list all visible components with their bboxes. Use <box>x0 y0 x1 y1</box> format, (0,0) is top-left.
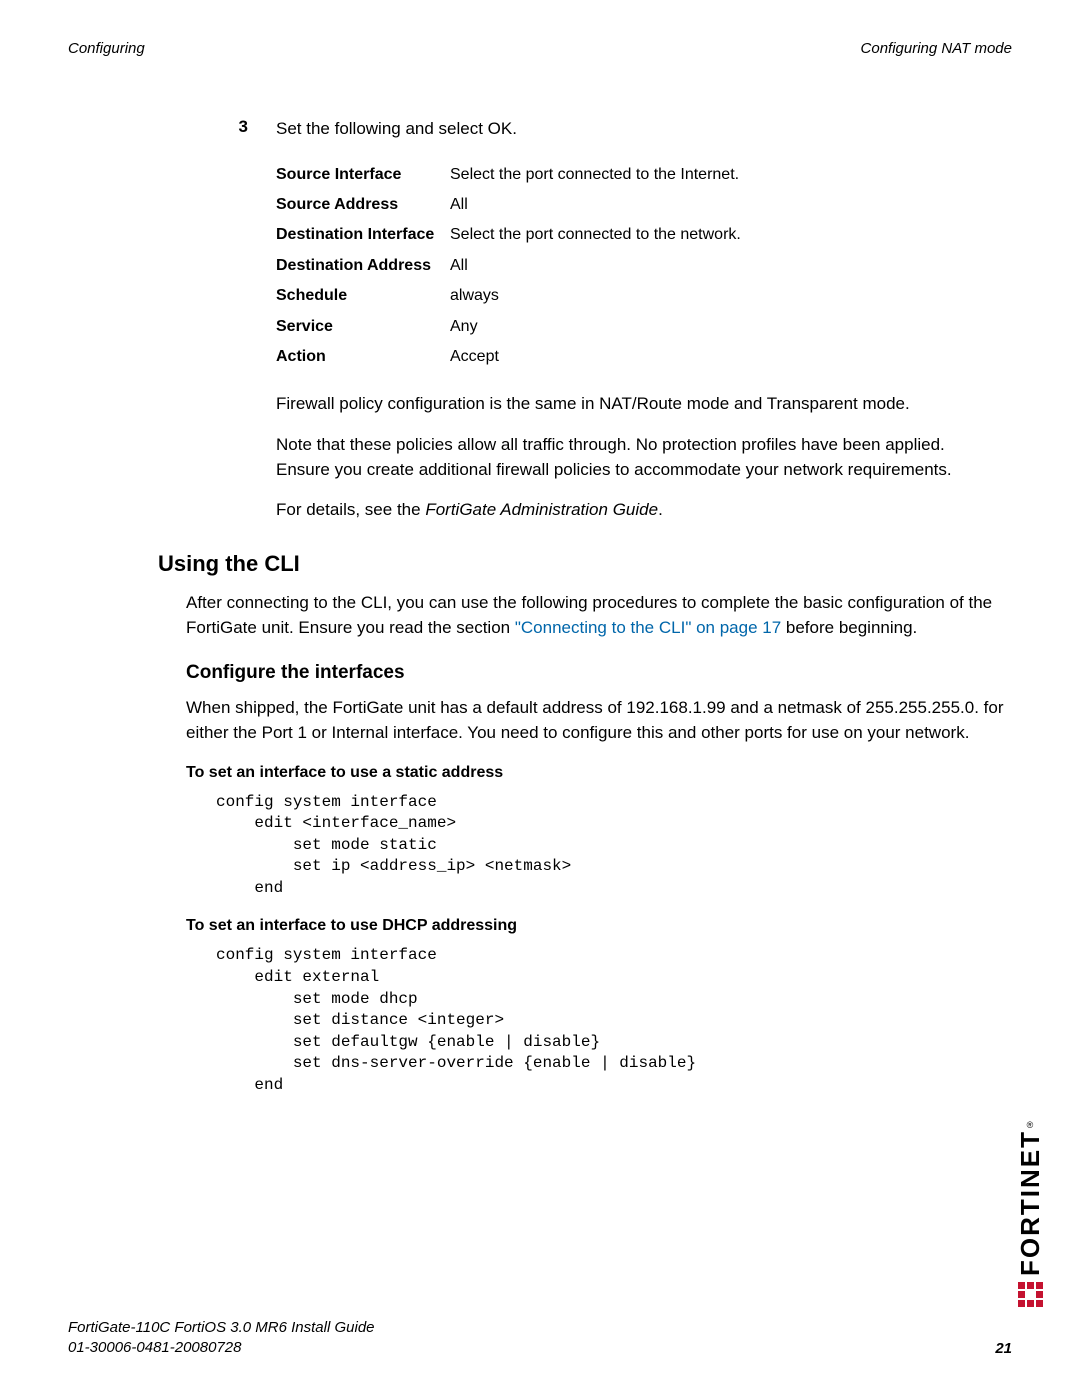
registered-mark: ® <box>1027 1120 1034 1130</box>
reference-title: FortiGate Administration Guide <box>425 500 658 519</box>
brand-watermark: ® FORTINET <box>1016 1118 1044 1307</box>
table-row: Source Address All <box>276 190 1000 220</box>
table-row: Schedule always <box>276 281 1000 311</box>
setting-label: Source Interface <box>276 164 444 186</box>
setting-label: Service <box>276 316 444 338</box>
settings-table: Source Interface Select the port connect… <box>276 160 1000 373</box>
page-header: Configuring Configuring NAT mode <box>68 40 1012 57</box>
setting-label: Source Address <box>276 194 444 216</box>
fortinet-icon <box>1018 1282 1043 1307</box>
setting-value: always <box>450 285 1000 307</box>
heading-static-address: To set an interface to use a static addr… <box>186 764 1012 782</box>
setting-value: All <box>450 255 1000 277</box>
header-right: Configuring NAT mode <box>861 40 1012 57</box>
table-row: Destination Interface Select the port co… <box>276 220 1000 250</box>
code-block-static: config system interface edit <interface_… <box>216 792 1012 900</box>
heading-dhcp-addressing: To set an interface to use DHCP addressi… <box>186 917 1012 935</box>
page-footer: FortiGate-110C FortiOS 3.0 MR6 Install G… <box>68 1318 1012 1357</box>
page-number: 21 <box>995 1340 1012 1357</box>
setting-value: Accept <box>450 346 1000 368</box>
table-row: Source Interface Select the port connect… <box>276 160 1000 190</box>
step-number: 3 <box>158 117 248 142</box>
text: For details, see the <box>276 500 425 519</box>
text: . <box>658 500 663 519</box>
table-row: Destination Address All <box>276 251 1000 281</box>
header-left: Configuring <box>68 40 145 57</box>
footer-title: FortiGate-110C FortiOS 3.0 MR6 Install G… <box>68 1318 375 1338</box>
paragraph: Note that these policies allow all traff… <box>276 433 1000 482</box>
setting-value: Select the port connected to the network… <box>450 224 1000 246</box>
step-text: Set the following and select OK. <box>276 117 517 142</box>
paragraph: When shipped, the FortiGate unit has a d… <box>186 696 1012 745</box>
footer-docid: 01-30006-0481-20080728 <box>68 1338 375 1358</box>
code-block-dhcp: config system interface edit external se… <box>216 945 1012 1096</box>
paragraph: After connecting to the CLI, you can use… <box>186 591 1012 640</box>
setting-value: All <box>450 194 1000 216</box>
heading-using-cli: Using the CLI <box>158 551 1012 577</box>
setting-label: Schedule <box>276 285 444 307</box>
main-content: 3 Set the following and select OK. Sourc… <box>158 117 1000 523</box>
paragraph: For details, see the FortiGate Administr… <box>276 498 1000 523</box>
paragraph: Firewall policy configuration is the sam… <box>276 392 1000 417</box>
table-row: Service Any <box>276 312 1000 342</box>
setting-label: Destination Address <box>276 255 444 277</box>
brand-name: FORTINET <box>1015 1130 1046 1276</box>
link-connecting-cli[interactable]: "Connecting to the CLI" on page 17 <box>515 618 781 637</box>
table-row: Action Accept <box>276 342 1000 372</box>
heading-configure-interfaces: Configure the interfaces <box>186 662 1012 684</box>
setting-label: Destination Interface <box>276 224 444 246</box>
footer-left: FortiGate-110C FortiOS 3.0 MR6 Install G… <box>68 1318 375 1357</box>
setting-label: Action <box>276 346 444 368</box>
step-row: 3 Set the following and select OK. <box>158 117 1000 142</box>
setting-value: Any <box>450 316 1000 338</box>
setting-value: Select the port connected to the Interne… <box>450 164 1000 186</box>
text: before beginning. <box>781 618 917 637</box>
